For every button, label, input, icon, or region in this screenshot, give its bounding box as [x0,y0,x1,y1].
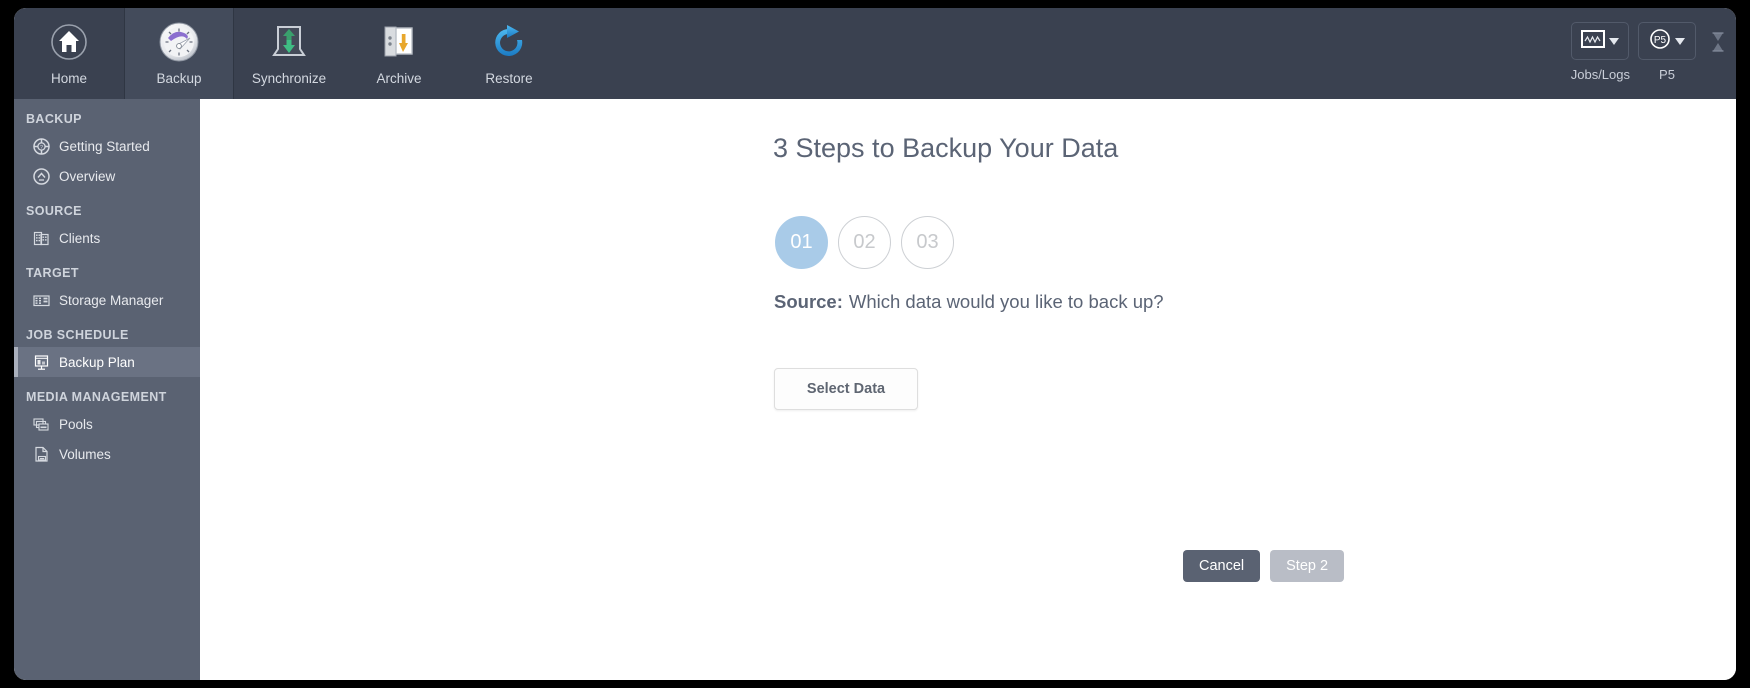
toolbar-right-group: Jobs/Logs P5 P5 [1563,8,1726,99]
jobs-logs-button-box[interactable] [1571,22,1630,60]
sidebar-item-label: Backup Plan [59,354,135,370]
source-question: Which data would you like to back up? [848,291,1164,312]
toolbar-item-label: Home [50,71,87,86]
footer-buttons: Cancel Step 2 [1183,550,1345,582]
main-content: 3 Steps to Backup Your Data 01 02 03 Sou… [200,99,1736,680]
page-title: 3 Steps to Backup Your Data [773,133,1119,163]
jobs-logs-button[interactable]: Jobs/Logs [1571,22,1630,82]
sidebar-item-pools[interactable]: Pools [14,409,200,439]
step-circle-02[interactable]: 02 [838,216,891,269]
sidebar-item-getting-started[interactable]: ? Getting Started [14,131,200,161]
toolbar-item-home[interactable]: Home [14,8,124,99]
cancel-button[interactable]: Cancel [1183,550,1261,582]
sidebar-item-label: Overview [59,168,116,184]
sidebar-group-backup: BACKUP [26,112,82,126]
step-indicator: 01 02 03 [775,216,954,269]
storage-manager-icon [32,291,50,309]
select-data-button[interactable]: Select Data [774,368,918,410]
source-label: Source: [774,291,843,312]
clients-building-icon [32,229,50,247]
source-prompt: Source: Which data would you like to back… [774,291,1164,313]
p5-button[interactable]: P5 P5 [1638,22,1696,82]
pools-icon [32,415,50,433]
chevron-down-icon [1675,37,1685,45]
toolbar-item-backup[interactable]: Backup [124,8,234,99]
toolbar-item-label: Backup [156,71,202,86]
sidebar-group-source: SOURCE [26,204,82,218]
sidebar-item-storage-manager[interactable]: Storage Manager [14,285,200,315]
hourglass-icon[interactable] [1710,30,1726,54]
synchronize-icon [266,19,312,65]
backup-gauge-icon [156,19,202,65]
p5-label: P5 [1659,67,1675,82]
toolbar-item-archive[interactable]: Archive [344,8,454,99]
step-circle-03[interactable]: 03 [901,216,954,269]
toolbar-item-restore[interactable]: Restore [454,8,564,99]
step-2-button[interactable]: Step 2 [1270,550,1345,582]
sidebar-item-label: Getting Started [59,138,150,154]
sidebar-item-volumes[interactable]: Volumes [14,439,200,469]
sidebar-group-target: TARGET [26,266,79,280]
svg-text:?: ? [39,145,42,151]
toolbar-item-synchronize[interactable]: Synchronize [234,8,344,99]
jobs-logs-label: Jobs/Logs [1570,67,1630,82]
sidebar-group-media-management: MEDIA MANAGEMENT [26,390,167,404]
overview-chevron-icon [32,167,50,185]
sidebar-item-label: Clients [59,230,101,246]
sidebar-item-overview[interactable]: Overview [14,161,200,191]
p5-badge-icon: P5 [1649,28,1671,55]
main-toolbar: Home Backup Synchronize Archive Restore … [14,8,1736,99]
sidebar-item-backup-plan[interactable]: Backup Plan [14,347,200,377]
sidebar-item-label: Pools [59,416,93,432]
svg-text:P5: P5 [1654,35,1667,46]
volumes-icon [32,445,50,463]
restore-refresh-icon [486,19,532,65]
home-icon [46,19,92,65]
application-window: Home Backup Synchronize Archive Restore … [14,8,1736,680]
backup-plan-icon [32,353,50,371]
sidebar-item-label: Storage Manager [59,292,164,308]
chevron-down-icon [1609,37,1620,45]
p5-button-box[interactable]: P5 [1638,22,1696,60]
sidebar-item-clients[interactable]: Clients [14,223,200,253]
sidebar: BACKUP ? Getting Started Overview SOURCE… [14,99,200,680]
waveform-icon [1581,29,1606,53]
archive-icon [376,19,422,65]
step-circle-01[interactable]: 01 [775,216,828,269]
toolbar-item-label: Synchronize [251,71,327,86]
toolbar-item-label: Archive [376,71,422,86]
toolbar-item-label: Restore [485,71,533,86]
sidebar-item-label: Volumes [59,446,111,462]
sidebar-group-job-schedule: JOB SCHEDULE [26,328,129,342]
lifebuoy-icon: ? [32,137,50,155]
